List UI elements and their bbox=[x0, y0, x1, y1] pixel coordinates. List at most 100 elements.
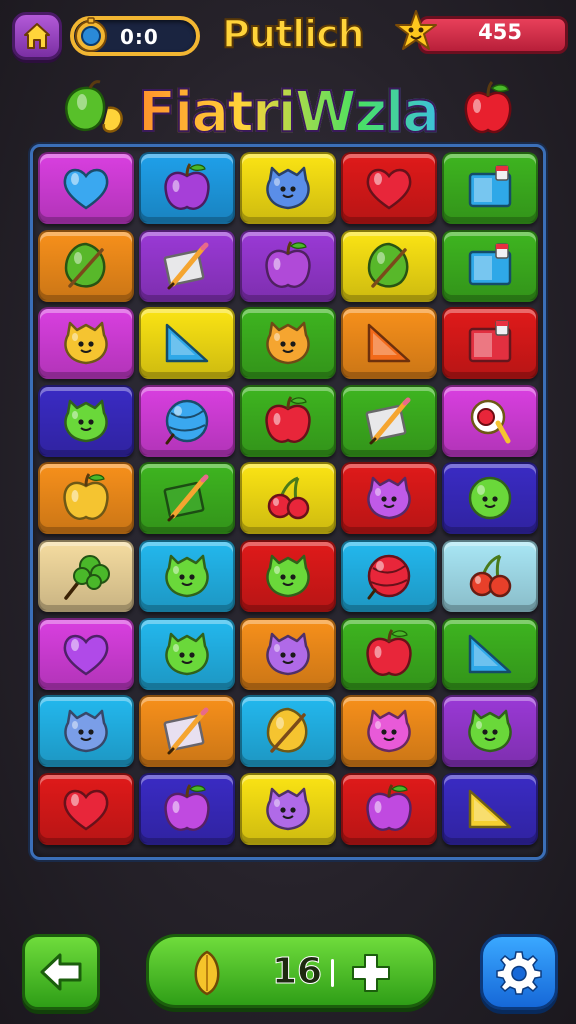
triangle-icon bbox=[165, 323, 209, 363]
monster-icon bbox=[367, 709, 411, 753]
game-board bbox=[30, 144, 546, 860]
triangle-icon bbox=[468, 789, 512, 829]
tile-box[interactable] bbox=[442, 229, 538, 302]
tile-monster[interactable] bbox=[341, 462, 437, 535]
top-bar: 0:0 Putlich 455 bbox=[0, 0, 576, 72]
tile-monster[interactable] bbox=[442, 695, 538, 768]
tile-pencil[interactable] bbox=[139, 229, 235, 302]
tile-apple[interactable] bbox=[38, 462, 134, 535]
box-icon bbox=[468, 242, 512, 285]
timer-display: 0:0 bbox=[70, 16, 200, 56]
game-name: Putlich bbox=[221, 11, 366, 57]
tile-apple[interactable] bbox=[240, 384, 336, 457]
puzzle-plus-icon[interactable] bbox=[349, 951, 393, 995]
tile-smiley[interactable] bbox=[442, 462, 538, 535]
heart-icon bbox=[63, 634, 109, 676]
monster-icon bbox=[165, 632, 209, 675]
tile-pencil[interactable] bbox=[139, 462, 235, 535]
monster-icon bbox=[165, 554, 209, 598]
apple-icon bbox=[265, 395, 311, 443]
divider bbox=[331, 959, 334, 987]
apple-icon bbox=[265, 240, 311, 288]
monster-icon bbox=[367, 477, 411, 520]
tile-monster[interactable] bbox=[240, 540, 336, 612]
timer-icon bbox=[75, 17, 107, 52]
tile-box[interactable] bbox=[442, 152, 538, 224]
pencil-icon bbox=[163, 242, 209, 290]
gear-icon bbox=[496, 951, 542, 995]
monster-icon bbox=[266, 787, 310, 831]
moves-counter: 16 bbox=[271, 951, 323, 993]
tile-monster[interactable] bbox=[240, 152, 336, 224]
monster-icon bbox=[468, 709, 512, 753]
tile-heart[interactable] bbox=[38, 617, 134, 690]
tile-monster[interactable] bbox=[38, 695, 134, 768]
box-icon bbox=[468, 320, 512, 363]
tile-box[interactable] bbox=[442, 307, 538, 380]
tile-heart[interactable] bbox=[38, 772, 134, 845]
tile-heart[interactable] bbox=[38, 152, 134, 224]
triangle-icon bbox=[367, 323, 411, 363]
triangle-icon bbox=[468, 634, 512, 673]
tile-apple[interactable] bbox=[240, 229, 336, 302]
timer-value: 0:0 bbox=[120, 25, 159, 49]
tile-pencil[interactable] bbox=[139, 695, 235, 768]
leaf-icon bbox=[367, 242, 409, 288]
smiley-icon bbox=[468, 477, 512, 520]
cherry-icon bbox=[267, 476, 310, 520]
box-icon bbox=[468, 165, 512, 208]
home-icon bbox=[24, 23, 50, 49]
settings-button[interactable] bbox=[480, 934, 558, 1010]
tile-apple[interactable] bbox=[139, 772, 235, 845]
monster-icon bbox=[266, 632, 310, 675]
tile-triangle[interactable] bbox=[442, 772, 538, 845]
tile-monster[interactable] bbox=[38, 307, 134, 380]
monster-icon bbox=[64, 709, 108, 753]
tile-pin[interactable] bbox=[442, 384, 538, 457]
apple-icon bbox=[164, 783, 210, 831]
tile-apple[interactable] bbox=[341, 772, 437, 845]
tile-apple[interactable] bbox=[139, 152, 235, 224]
back-button[interactable] bbox=[22, 934, 100, 1010]
pin-icon bbox=[470, 399, 511, 444]
tile-cherry[interactable] bbox=[442, 540, 538, 612]
tile-monster[interactable] bbox=[139, 617, 235, 690]
pencil-icon bbox=[365, 397, 411, 445]
heart-icon bbox=[63, 789, 109, 831]
tile-leaf[interactable] bbox=[240, 695, 336, 768]
tile-ball[interactable] bbox=[139, 384, 235, 457]
monster-icon bbox=[266, 554, 310, 598]
pencil-icon bbox=[163, 474, 209, 522]
tile-flower[interactable] bbox=[38, 540, 134, 612]
tile-pencil[interactable] bbox=[341, 384, 437, 457]
heart-icon bbox=[366, 168, 412, 210]
heart-icon bbox=[63, 168, 109, 210]
tile-monster[interactable] bbox=[240, 617, 336, 690]
home-button[interactable] bbox=[12, 12, 62, 60]
lemon-icon bbox=[194, 950, 220, 996]
tile-leaf[interactable] bbox=[341, 229, 437, 302]
tile-leaf[interactable] bbox=[38, 229, 134, 302]
pencil-icon bbox=[163, 707, 209, 755]
tile-monster[interactable] bbox=[139, 540, 235, 612]
ball-icon bbox=[165, 399, 209, 445]
tile-apple[interactable] bbox=[341, 617, 437, 690]
apple-icon bbox=[366, 783, 412, 831]
tile-ball[interactable] bbox=[341, 540, 437, 612]
monster-icon bbox=[266, 321, 310, 365]
tile-heart[interactable] bbox=[341, 152, 437, 224]
moves-panel: 16 bbox=[146, 934, 436, 1008]
tile-monster[interactable] bbox=[38, 384, 134, 457]
tile-triangle[interactable] bbox=[341, 307, 437, 380]
arrow-left-icon bbox=[40, 953, 82, 991]
tile-triangle[interactable] bbox=[442, 617, 538, 690]
leaf-icon bbox=[64, 242, 106, 288]
tile-monster[interactable] bbox=[341, 695, 437, 768]
tile-cherry[interactable] bbox=[240, 462, 336, 535]
apple-icon bbox=[164, 163, 210, 210]
tile-monster[interactable] bbox=[240, 772, 336, 845]
cherry-icon bbox=[469, 554, 512, 598]
monster-icon bbox=[64, 321, 108, 365]
tile-monster[interactable] bbox=[240, 307, 336, 380]
tile-triangle[interactable] bbox=[139, 307, 235, 380]
